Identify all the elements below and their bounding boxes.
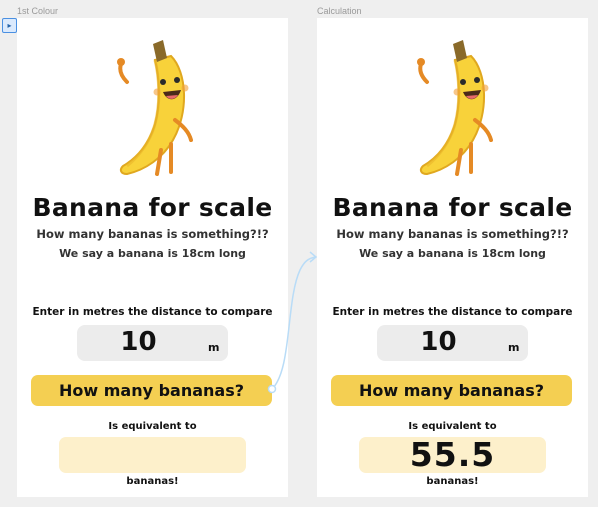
- banana-length-note: We say a banana is 18cm long: [359, 247, 546, 260]
- frame-label-1st-colour[interactable]: 1st Colour: [17, 6, 58, 16]
- frame-label-calculation[interactable]: Calculation: [317, 6, 362, 16]
- banana-mascot-icon: [117, 40, 193, 176]
- banana-mascot-icon: [417, 40, 493, 176]
- result-value: 55.5: [409, 435, 496, 474]
- result-box: 55.5: [359, 435, 546, 474]
- distance-unit: m: [508, 341, 520, 354]
- result-box: [59, 437, 246, 473]
- page-title: Banana for scale: [332, 193, 573, 222]
- banana-length-note: We say a banana is 18cm long: [59, 247, 246, 260]
- distance-input[interactable]: 10 m: [77, 325, 228, 361]
- distance-label: Enter in metres the distance to compare: [32, 306, 273, 318]
- connector-arrow-icon: [309, 251, 318, 263]
- distance-label: Enter in metres the distance to compare: [332, 306, 573, 318]
- subtitle: How many bananas is something?!?: [36, 227, 269, 241]
- frame-calculation[interactable]: Banana for scale How many bananas is som…: [317, 18, 588, 497]
- equivalent-label: Is equivalent to: [408, 421, 497, 432]
- subtitle: How many bananas is something?!?: [336, 227, 569, 241]
- distance-input-value[interactable]: 10: [377, 327, 500, 357]
- bananas-unit-label: bananas!: [126, 476, 179, 487]
- bananas-unit-label: bananas!: [426, 476, 479, 487]
- how-many-bananas-button[interactable]: How many bananas?: [331, 375, 572, 406]
- distance-input[interactable]: 10 m: [377, 325, 528, 361]
- page-title: Banana for scale: [32, 193, 273, 222]
- how-many-bananas-button[interactable]: How many bananas?: [31, 375, 272, 406]
- equivalent-label: Is equivalent to: [108, 421, 197, 432]
- distance-unit: m: [208, 341, 220, 354]
- cursor-select-icon[interactable]: ▸: [2, 18, 17, 33]
- frame-1st-colour[interactable]: Banana for scale How many bananas is som…: [17, 18, 288, 497]
- distance-input-value[interactable]: 10: [77, 327, 200, 357]
